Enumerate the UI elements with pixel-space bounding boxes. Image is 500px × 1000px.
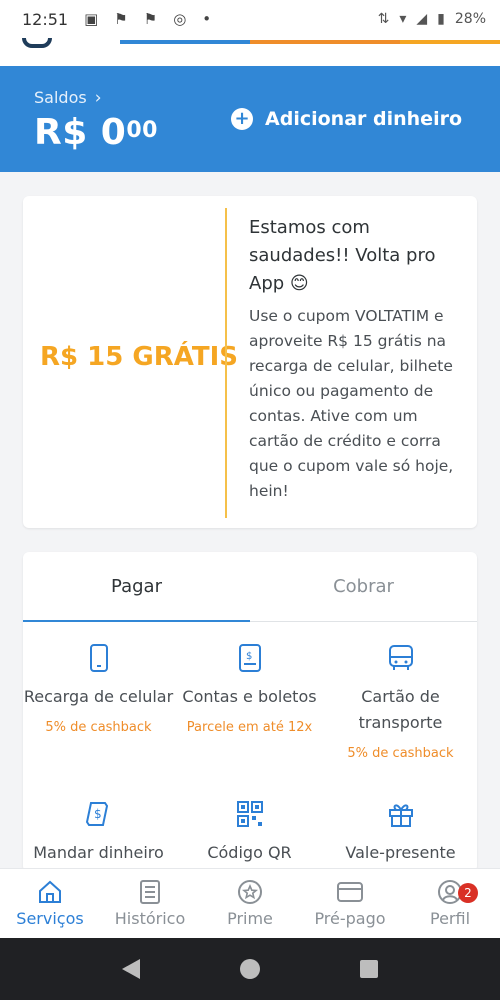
data-icon: ⇅ bbox=[377, 11, 390, 27]
notification-badge: 2 bbox=[458, 883, 478, 903]
back-icon[interactable] bbox=[122, 959, 140, 979]
app-logo-strip bbox=[0, 38, 500, 66]
nav-label: Serviços bbox=[16, 909, 84, 928]
bottom-nav: Serviços Histórico Prime Pré-pago Perfil… bbox=[0, 868, 500, 938]
balance-amount: R$ 000 bbox=[34, 112, 158, 153]
bill-icon: $ bbox=[235, 644, 265, 674]
service-name: Contas e boletos bbox=[182, 687, 317, 706]
promo-card[interactable]: R$ 15 GRÁTIS Estamos com saudades!! Volt… bbox=[23, 196, 477, 528]
system-nav-bar bbox=[0, 938, 500, 1000]
promo-price: R$ 15 GRÁTIS bbox=[40, 342, 238, 372]
nav-label: Perfil bbox=[429, 909, 471, 928]
instagram-icon: ◎ bbox=[173, 10, 187, 28]
promo-body: Use o cupom VOLTATIM e aproveite R$ 15 g… bbox=[249, 307, 454, 500]
balance-integer: R$ 0 bbox=[34, 112, 127, 153]
nav-servicos[interactable]: Serviços bbox=[0, 877, 100, 928]
tab-charge[interactable]: Cobrar bbox=[250, 552, 477, 622]
status-time: 12:51 bbox=[22, 9, 69, 29]
plus-circle-icon: + bbox=[231, 108, 254, 130]
recent-apps-icon[interactable] bbox=[360, 960, 378, 978]
history-icon bbox=[100, 877, 200, 907]
tab-bar: Pagar Cobrar bbox=[23, 552, 477, 622]
qr-code-icon bbox=[235, 800, 265, 830]
service-sub: Parcele em até 12x bbox=[186, 720, 313, 735]
brand-stripe-orange bbox=[250, 40, 400, 44]
nav-prime[interactable]: Prime bbox=[200, 877, 300, 928]
service-sub: 5% de cashback bbox=[45, 720, 152, 735]
services-card: Pagar Cobrar Recarga de celular 5% de ca… bbox=[23, 552, 477, 872]
service-contas[interactable]: $ Contas e boletos Parcele em até 12x bbox=[174, 644, 325, 735]
service-name: Mandar dinheiro bbox=[33, 843, 164, 862]
service-vale[interactable]: Vale-presente bbox=[325, 800, 476, 866]
promo-title: Estamos com saudades!! Volta pro App 😊 bbox=[249, 217, 436, 294]
nav-label: Prime bbox=[227, 909, 273, 928]
card-icon bbox=[300, 877, 400, 907]
battery-icon: ▮ bbox=[437, 11, 445, 27]
svg-text:$: $ bbox=[94, 807, 102, 821]
gift-icon bbox=[386, 800, 416, 830]
money-transfer-icon: $ bbox=[84, 800, 114, 830]
image-icon: ▣ bbox=[84, 10, 99, 28]
service-transporte[interactable]: Cartão de transporte 5% de cashback bbox=[325, 644, 476, 761]
nav-perfil[interactable]: Perfil 2 bbox=[400, 877, 500, 928]
service-name: Recarga de celular bbox=[23, 687, 174, 706]
profile-icon bbox=[400, 877, 500, 907]
add-money-button[interactable]: + Adicionar dinheiro bbox=[231, 108, 462, 130]
service-qr[interactable]: Código QR bbox=[174, 800, 325, 866]
app-logo bbox=[22, 38, 52, 48]
add-money-label: Adicionar dinheiro bbox=[265, 108, 462, 130]
service-name: Cartão de transporte bbox=[358, 687, 443, 732]
dot-icon: • bbox=[202, 10, 212, 28]
bus-icon bbox=[386, 644, 416, 674]
balance-cents: 00 bbox=[126, 118, 158, 143]
service-mandar[interactable]: $ Mandar dinheiro bbox=[23, 800, 174, 866]
nav-label: Pré-pago bbox=[314, 909, 386, 928]
nav-historico[interactable]: Histórico bbox=[100, 877, 200, 928]
service-sub: 5% de cashback bbox=[347, 746, 454, 761]
battery-percent: 28% bbox=[454, 11, 486, 27]
nav-label: Histórico bbox=[114, 909, 186, 928]
balance-header: Saldos › R$ 000 + Adicionar dinheiro bbox=[0, 66, 500, 172]
nav-prepago[interactable]: Pré-pago bbox=[300, 877, 400, 928]
service-recarga[interactable]: Recarga de celular 5% de cashback bbox=[23, 644, 174, 735]
home-icon bbox=[0, 877, 100, 907]
balance-label: Saldos bbox=[34, 88, 87, 107]
balance-link[interactable]: Saldos › bbox=[34, 88, 102, 108]
prime-star-icon bbox=[200, 877, 300, 907]
status-bar: 12:51 ▣ ⚑ ⚑ ◎ • ⇅ ▾ ◢ ▮ 28% bbox=[0, 0, 500, 38]
chevron-right-icon: › bbox=[94, 88, 102, 108]
brand-stripe-yellow bbox=[400, 40, 500, 44]
service-name: Vale-presente bbox=[345, 843, 456, 862]
promo-divider bbox=[225, 208, 227, 518]
svg-text:$: $ bbox=[246, 651, 252, 662]
brand-stripe-blue bbox=[120, 40, 250, 44]
signal-icon: ◢ bbox=[416, 11, 428, 27]
flag-icon: ⚑ bbox=[143, 10, 158, 28]
phone-icon bbox=[84, 644, 114, 674]
tab-pay[interactable]: Pagar bbox=[23, 552, 250, 622]
flag-icon: ⚑ bbox=[114, 10, 128, 28]
service-name: Código QR bbox=[207, 843, 292, 862]
home-button-icon[interactable] bbox=[240, 959, 260, 979]
wifi-icon: ▾ bbox=[399, 11, 407, 27]
